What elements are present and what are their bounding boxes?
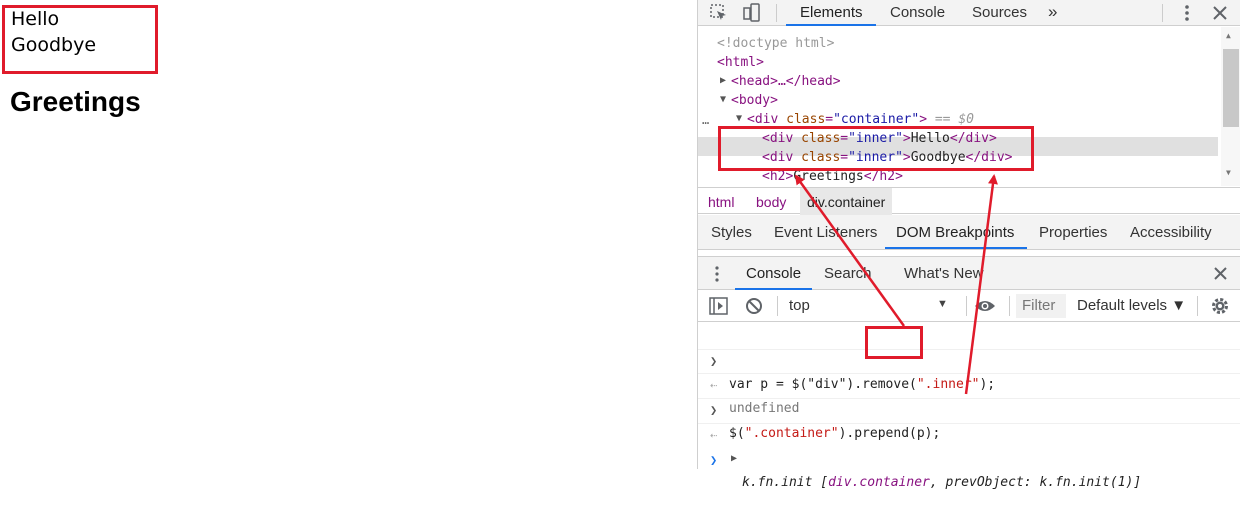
dom-line-doctype[interactable]: <!doctype html> — [717, 34, 834, 53]
close-icon[interactable] — [1210, 3, 1230, 23]
show-sidebar-icon[interactable] — [709, 297, 728, 315]
drawer-menu-icon[interactable] — [710, 265, 724, 283]
annotation-box-dom — [718, 126, 1034, 171]
more-actions-icon[interactable]: … — [702, 113, 709, 127]
console-toolbar: top ▼ Filter Default levels ▼ — [698, 290, 1240, 322]
code-text: [ — [812, 475, 829, 490]
filter-placeholder: Filter — [1022, 297, 1056, 314]
dom-line-html[interactable]: <html> — [717, 53, 764, 72]
dom-tree: <!doctype html> <html> ▶ <head>…</head> … — [698, 27, 1240, 186]
log-levels-dropdown[interactable]: Default levels ▼ — [1077, 297, 1186, 314]
console-output: ❯ var p = $("div").remove(".inner"); ⇠ u… — [698, 323, 1240, 490]
prompt-chevron-icon: ❯ — [710, 453, 718, 467]
code-text: , prevObject: — [929, 475, 1040, 490]
scroll-up-icon[interactable]: ▲ — [1226, 31, 1231, 40]
tab-properties[interactable]: Properties — [1039, 224, 1107, 241]
context-value: top — [789, 297, 810, 314]
toolbar-divider — [966, 296, 967, 316]
tab-accessibility[interactable]: Accessibility — [1130, 224, 1212, 241]
kebab-menu-icon[interactable] — [1177, 3, 1197, 23]
console-prompt[interactable]: ❯ — [698, 424, 1240, 467]
console-entry-result: ⇠ undefined — [698, 349, 1240, 416]
filter-input[interactable]: Filter — [1016, 294, 1066, 318]
object-prev: k.fn.init(1) — [1039, 475, 1134, 490]
toolbar-divider — [1009, 296, 1010, 316]
tab-dom-breakpoints[interactable]: DOM Breakpoints — [896, 224, 1014, 241]
chevron-down-icon: ▼ — [937, 298, 948, 310]
active-tab-indicator — [786, 24, 876, 26]
console-entry-input[interactable]: ❯ var p = $("div").remove(".inner"); — [698, 325, 1240, 392]
gear-icon[interactable] — [1210, 296, 1230, 316]
devtools-toolbar: Elements Console Sources » — [698, 0, 1240, 26]
scroll-down-icon[interactable]: ▼ — [1226, 168, 1231, 177]
drawer-tabbar: Console Search What's New — [698, 256, 1240, 290]
toolbar-divider — [777, 296, 778, 316]
drawer-tab-whats-new[interactable]: What's New — [904, 265, 984, 282]
breadcrumb-div-container[interactable]: div.container — [800, 188, 893, 215]
breadcrumb: html body div.container — [698, 187, 1240, 215]
toolbar-divider — [1197, 296, 1198, 316]
expand-triangle-icon[interactable]: ▶ — [720, 75, 726, 86]
sidebar-tabs: Styles Event Listeners DOM Breakpoints P… — [698, 215, 1240, 250]
device-toolbar-icon[interactable] — [741, 3, 761, 23]
object-element: div.container — [828, 475, 930, 490]
close-drawer-icon[interactable] — [1213, 266, 1228, 281]
dom-scrollbar[interactable]: ▲ ▼ — [1221, 27, 1240, 186]
code-text: ] — [1133, 475, 1142, 490]
console-entry-result[interactable]: ⇠ ▶ k.fn.init [div.container, prevObject… — [698, 399, 1240, 490]
drawer-tab-search[interactable]: Search — [824, 265, 872, 282]
dom-line-body[interactable]: <body> — [731, 91, 778, 110]
toolbar-divider — [776, 4, 777, 22]
tab-event-listeners[interactable]: Event Listeners — [774, 224, 877, 241]
greetings-heading: Greetings — [10, 86, 141, 117]
tab-console[interactable]: Console — [890, 4, 945, 21]
toolbar-divider — [1162, 4, 1163, 22]
clear-console-icon[interactable] — [745, 297, 763, 315]
breadcrumb-html[interactable]: html — [708, 194, 734, 210]
tab-elements[interactable]: Elements — [800, 4, 863, 21]
dom-line-head[interactable]: <head>…</head> — [731, 72, 841, 91]
eye-icon[interactable] — [974, 298, 996, 314]
console-entry-input[interactable]: ❯ $(".container").prepend(p); — [698, 374, 1240, 441]
tab-styles[interactable]: Styles — [711, 224, 752, 241]
more-tabs-button[interactable]: » — [1048, 2, 1057, 22]
collapse-triangle-icon[interactable]: ▼ — [720, 94, 726, 105]
devtools-panel: Elements Console Sources » <!doctype htm… — [697, 0, 1240, 490]
context-select[interactable]: top ▼ — [780, 290, 956, 322]
drawer-tab-console[interactable]: Console — [746, 265, 801, 282]
active-subtab-indicator — [885, 247, 1027, 249]
annotation-box-page — [2, 5, 158, 74]
tab-sources[interactable]: Sources — [972, 4, 1027, 21]
object-type: k.fn.init — [742, 475, 813, 490]
scrollbar-thumb[interactable] — [1223, 49, 1239, 127]
breadcrumb-body[interactable]: body — [756, 194, 786, 210]
annotation-box-remove — [865, 326, 923, 359]
collapse-triangle-icon[interactable]: ▼ — [736, 113, 742, 124]
rendered-page: Hello Goodbye Greetings — [0, 0, 697, 469]
inspect-element-icon[interactable] — [709, 3, 729, 23]
